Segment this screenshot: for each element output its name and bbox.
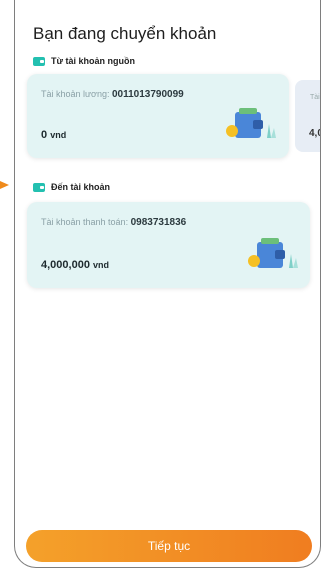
pointer-arrow-icon: [0, 181, 9, 189]
destination-account-card[interactable]: Tài khoản thanh toán: 0983731836 4,000,0…: [27, 202, 310, 288]
source-account-label: Tài khoản lương:: [41, 89, 112, 99]
peek-account-card[interactable]: Tài 4,0: [295, 80, 320, 152]
source-balance-value: 0: [41, 129, 48, 141]
source-account-number: 0011013790099: [111, 89, 184, 100]
source-balance: 0 vnd: [41, 129, 66, 141]
peek-card-value: 4,0: [309, 128, 320, 139]
to-section-label: Đến tài khoản: [33, 182, 110, 192]
wallet-small-icon: [33, 56, 45, 66]
to-section-text: Đến tài khoản: [51, 182, 111, 192]
wallet-illustration-icon: [248, 238, 298, 268]
destination-account-number: 0983731836: [130, 217, 187, 228]
source-account-line: Tài khoản lương: 0011013790099: [41, 89, 184, 100]
source-balance-unit: vnd: [50, 130, 67, 140]
source-account-card[interactable]: Tài khoản lương: 0011013790099 0 vnd: [27, 74, 289, 158]
destination-balance-value: 4,000,000: [41, 259, 90, 271]
destination-balance-unit: vnd: [93, 260, 110, 270]
destination-account-line: Tài khoản thanh toán: 0983731836: [41, 217, 186, 228]
wallet-small-icon: [33, 182, 45, 192]
wallet-illustration-icon: [226, 108, 276, 138]
continue-button[interactable]: Tiếp tục: [26, 530, 312, 562]
from-section-text: Từ tài khoản nguồn: [51, 56, 136, 66]
page-title: Bạn đang chuyển khoản: [33, 24, 217, 43]
from-section-label: Từ tài khoản nguồn: [33, 56, 135, 66]
phone-frame: Bạn đang chuyển khoản Từ tài khoản nguồn…: [14, 0, 321, 568]
peek-card-label: Tài: [310, 94, 320, 101]
destination-account-label: Tài khoản thanh toán:: [41, 217, 131, 227]
destination-balance: 4,000,000 vnd: [41, 259, 109, 271]
